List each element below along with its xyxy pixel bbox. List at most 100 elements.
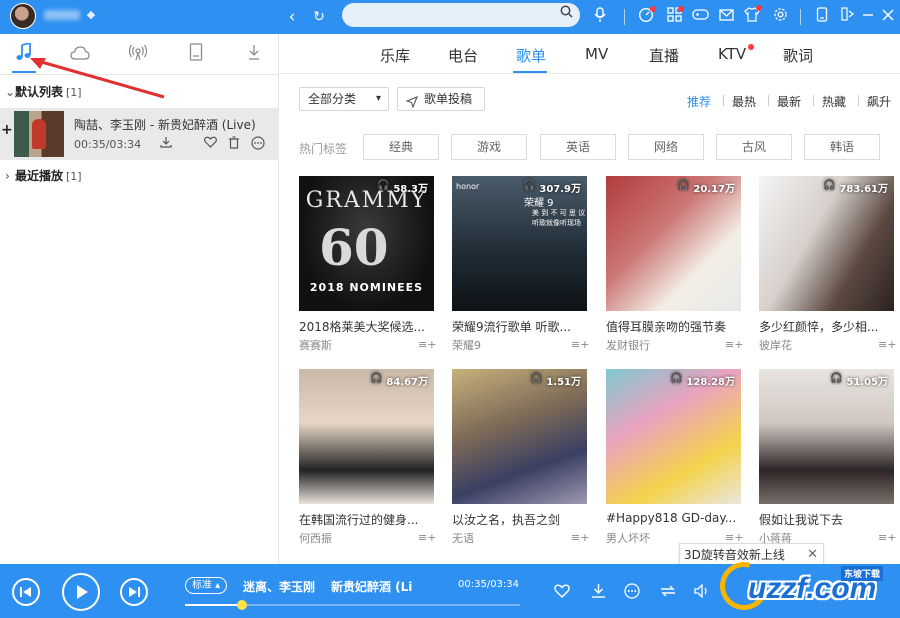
tab-radio[interactable]: 电台 — [448, 45, 478, 66]
play-count: 🎧 20.17万 — [677, 180, 735, 195]
more-icon[interactable] — [250, 136, 266, 152]
add-to-list-icon[interactable]: ≡+ — [571, 338, 589, 352]
now-playing-artist[interactable]: 迷离、李玉刚 — [243, 578, 315, 595]
tag-internet[interactable]: 网络 — [628, 134, 704, 160]
main-nav: 乐库 电台 歌单 MV 直播 KTV 歌词 — [280, 34, 900, 74]
add-to-list-icon[interactable]: ≡+ — [571, 531, 589, 545]
playlist-cover[interactable]: 🎧 84.67万 — [299, 369, 434, 504]
group-name: 最近播放 — [15, 169, 64, 183]
sort-newest[interactable]: 最新 — [777, 93, 801, 110]
add-to-list-icon[interactable]: ≡+ — [878, 531, 896, 545]
headphones-icon: 🎧 — [670, 373, 683, 384]
playlist-author[interactable]: 荣耀9 — [452, 337, 567, 353]
add-to-list-icon[interactable]: ≡+ — [418, 531, 436, 545]
playlist-group-recent[interactable]: › 最近播放 [1] — [5, 167, 82, 184]
mini-mode-icon[interactable] — [812, 7, 832, 27]
delete-icon[interactable] — [226, 136, 242, 152]
song-row[interactable]: + 陶喆、李玉刚 - 新贵妃醉酒 (Live) 00:35/03:34 — [0, 108, 279, 160]
tag-ancient-style[interactable]: 古风 — [716, 134, 792, 160]
radio-icon[interactable] — [126, 43, 150, 67]
tab-live[interactable]: 直播 — [649, 45, 679, 66]
tab-ktv[interactable]: KTV — [718, 45, 746, 63]
site-watermark: uzzf.com 东坡下载 — [706, 553, 900, 618]
close-icon[interactable] — [878, 7, 898, 27]
heart-icon[interactable] — [552, 583, 572, 603]
download-icon[interactable] — [588, 583, 608, 603]
now-playing-title[interactable]: 新贵妃醉酒 (Li — [331, 578, 441, 595]
settings-icon[interactable] — [770, 7, 790, 27]
category-dropdown[interactable]: 全部分类 ▾ — [299, 87, 389, 111]
play-button[interactable] — [62, 573, 100, 611]
playlist-title[interactable]: 值得耳膜亲吻的强节奏 — [606, 318, 741, 335]
game-icon[interactable] — [690, 7, 710, 27]
more-icon[interactable] — [622, 583, 642, 603]
mic-icon[interactable] — [590, 7, 610, 27]
playlist-title[interactable]: 荣耀9流行歌单 听歌... — [452, 318, 587, 335]
cloud-icon[interactable] — [68, 43, 92, 67]
sort-recommended[interactable]: 推荐 — [687, 93, 711, 110]
watermark-badge: 东坡下载 — [841, 566, 884, 581]
playlist-cover[interactable]: GRAMMY 60 2018 NOMINEES 🎧 58.3万 — [299, 176, 434, 311]
tab-mv[interactable]: MV — [585, 45, 608, 63]
submit-playlist-button[interactable]: 歌单投稿 — [397, 87, 485, 111]
playlist-cover[interactable]: 🎧 783.61万 — [759, 176, 894, 311]
progress-bar[interactable] — [185, 600, 520, 610]
music-note-icon[interactable] — [12, 41, 36, 67]
sort-collected[interactable]: 热藏 — [822, 93, 846, 110]
search-input[interactable] — [342, 3, 580, 27]
vip-diamond-icon[interactable]: ◆ — [84, 8, 98, 22]
download-icon[interactable] — [242, 43, 266, 67]
add-to-list-icon[interactable]: ≡+ — [725, 338, 743, 352]
tab-library[interactable]: 乐库 — [380, 45, 410, 66]
playlist-cover[interactable]: 🎧 20.17万 — [606, 176, 741, 311]
add-to-list-icon[interactable]: ≡+ — [418, 338, 436, 352]
refresh-icon[interactable]: ↻ — [309, 7, 329, 27]
playlist-author[interactable]: 无语 — [452, 530, 567, 546]
search-icon[interactable] — [556, 5, 576, 25]
play-count: 🎧 783.61万 — [823, 180, 888, 195]
caret-down-icon: ⌄ — [5, 85, 16, 99]
playlist-cover[interactable]: 🎧 1.51万 — [452, 369, 587, 504]
add-icon[interactable]: + — [1, 122, 13, 138]
avatar[interactable] — [10, 3, 36, 29]
tag-classic[interactable]: 经典 — [363, 134, 439, 160]
playlist-title[interactable]: 以汝之名，执吾之剑 — [452, 511, 587, 528]
mail-icon[interactable] — [716, 7, 736, 27]
playlist-group-default[interactable]: ⌄默认列表 [1] — [5, 83, 82, 100]
playlist-title[interactable]: 多少红颜悴，多少相... — [759, 318, 894, 335]
playlist-cover[interactable]: 🎧 51.05万 — [759, 369, 894, 504]
back-icon[interactable]: ‹ — [282, 7, 302, 27]
headphones-icon: 🎧 — [823, 180, 836, 191]
add-to-list-icon[interactable]: ≡+ — [878, 338, 896, 352]
left-tab-bar — [0, 34, 279, 75]
tag-korean[interactable]: 韩语 — [804, 134, 880, 160]
playlist-title[interactable]: 在韩国流行过的健身... — [299, 511, 434, 528]
playlist-author[interactable]: 何西振 — [299, 530, 414, 546]
quality-button[interactable]: 标准 ▴ — [185, 577, 228, 594]
playlist-author[interactable]: 彼岸花 — [759, 337, 874, 353]
tab-lyrics[interactable]: 歌词 — [783, 45, 813, 66]
sort-hottest[interactable]: 最热 — [732, 93, 756, 110]
heart-icon[interactable] — [202, 136, 218, 152]
download-icon[interactable] — [158, 136, 174, 152]
sort-rising[interactable]: 飙升 — [867, 93, 891, 110]
tag-english[interactable]: 英语 — [540, 134, 616, 160]
playlist-title[interactable]: #Happy818 GD-day... — [606, 511, 741, 525]
restore-icon[interactable] — [838, 7, 858, 27]
next-button[interactable] — [120, 578, 148, 606]
headphones-icon: 🎧 — [530, 373, 543, 384]
minimize-icon[interactable] — [858, 7, 878, 27]
playlist-author[interactable]: 发财银行 — [606, 337, 721, 353]
tab-playlists[interactable]: 歌单 — [516, 45, 546, 66]
playlist-author[interactable]: 赛赛斯 — [299, 337, 414, 353]
device-icon[interactable] — [184, 43, 208, 67]
repeat-icon[interactable] — [658, 583, 678, 603]
tag-game[interactable]: 游戏 — [451, 134, 527, 160]
progress-handle[interactable] — [236, 600, 247, 610]
playlist-title[interactable]: 假如让我说下去 — [759, 511, 894, 528]
playlist-cover[interactable]: 🎧 128.28万 — [606, 369, 741, 504]
previous-button[interactable] — [12, 578, 40, 606]
username-blurred[interactable] — [44, 10, 80, 20]
playlist-title[interactable]: 2018格莱美大奖候选... — [299, 318, 434, 335]
playlist-cover[interactable]: honor 荣耀 9 美 到 不 可 思 议 听歌就像听现场 🎧 307.9万 — [452, 176, 587, 311]
